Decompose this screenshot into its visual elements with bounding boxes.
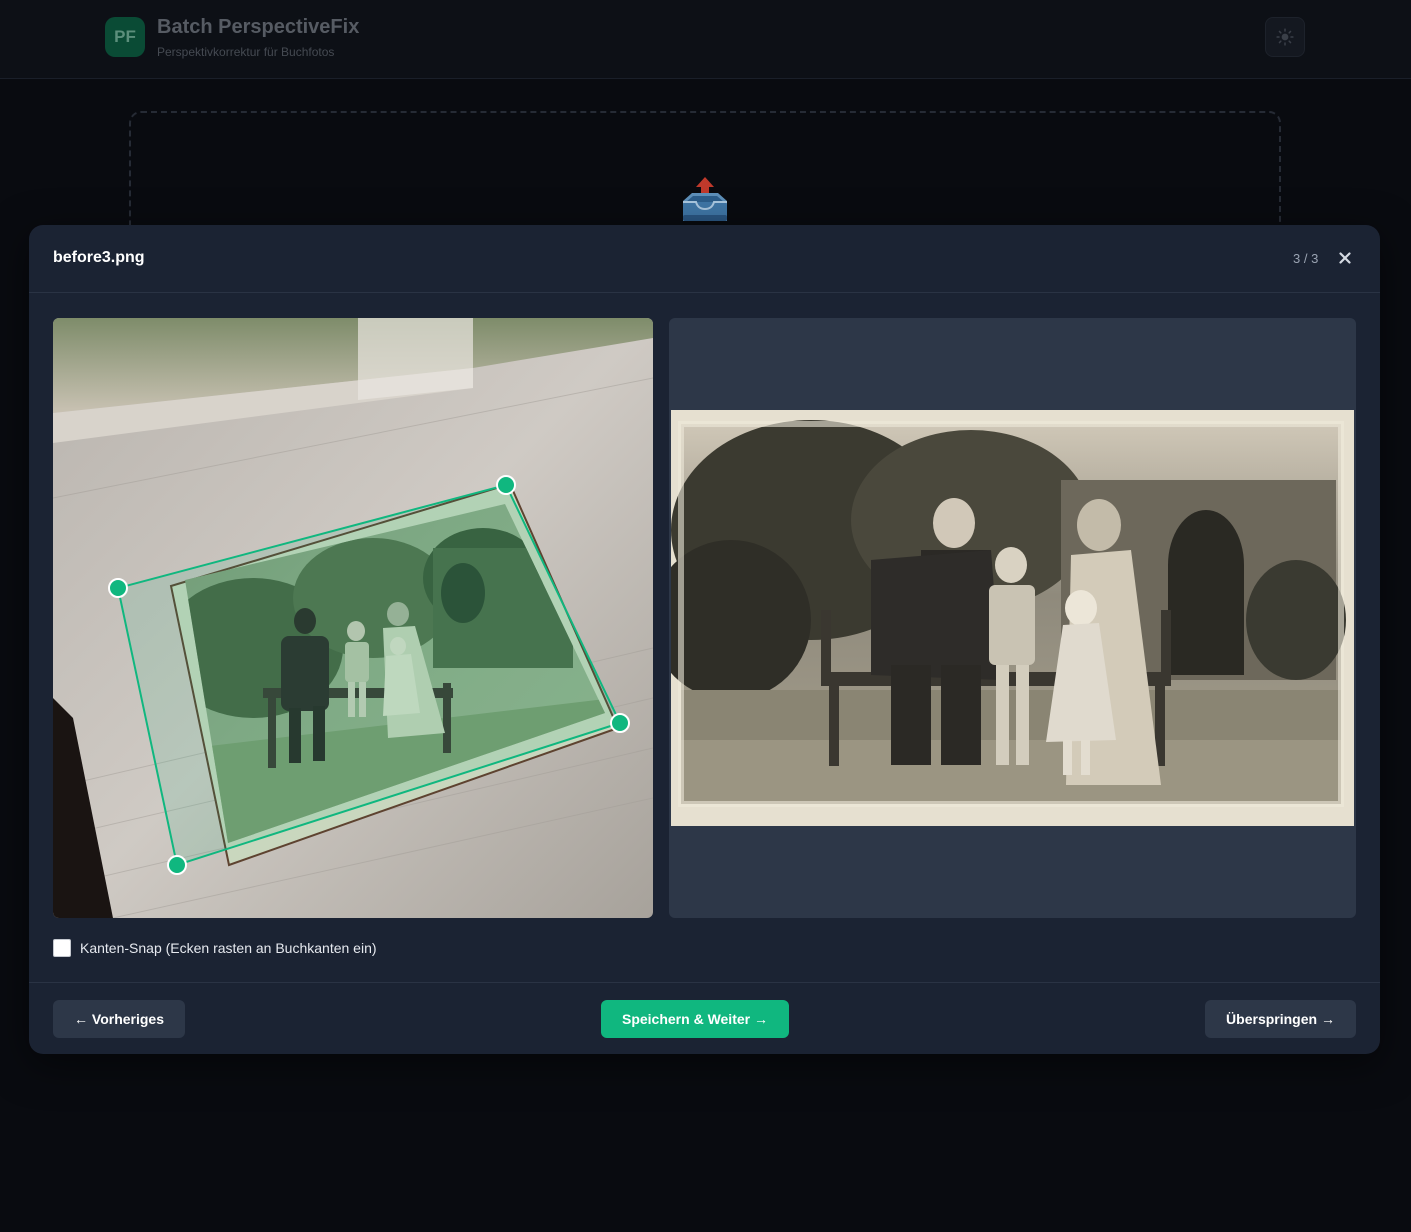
source-image-panel bbox=[53, 318, 653, 918]
perspective-editor-modal: before3.png 3 / 3 Kanten-Snap (Ecken ras… bbox=[29, 225, 1380, 1054]
inbox-upload-icon bbox=[683, 177, 727, 221]
theme-toggle-button[interactable] bbox=[1265, 17, 1305, 57]
edge-snap-checkbox[interactable] bbox=[53, 939, 71, 957]
app-header: PF Batch PerspectiveFix Perspektivkorrek… bbox=[0, 0, 1411, 79]
app-logo: PF bbox=[105, 17, 145, 57]
corner-handle-bottom-right[interactable] bbox=[610, 713, 630, 733]
app-subtitle: Perspektivkorrektur für Buchfotos bbox=[157, 45, 335, 59]
corner-handle-bottom-left[interactable] bbox=[167, 855, 187, 875]
edge-snap-label[interactable]: Kanten-Snap (Ecken rasten an Buchkanten … bbox=[80, 940, 377, 956]
modal-footer: ← Vorheriges Speichern & Weiter → Übersp… bbox=[29, 982, 1380, 1054]
corrected-preview-panel bbox=[669, 318, 1356, 918]
app-title: Batch PerspectiveFix bbox=[157, 16, 360, 38]
corner-handle-top-right[interactable] bbox=[496, 475, 516, 495]
edge-snap-row[interactable]: Kanten-Snap (Ecken rasten an Buchkanten … bbox=[53, 938, 377, 958]
modal-filename: before3.png bbox=[53, 249, 145, 266]
close-icon bbox=[1339, 252, 1351, 264]
save-next-button[interactable]: Speichern & Weiter → bbox=[601, 1000, 789, 1038]
previous-button[interactable]: ← Vorheriges bbox=[53, 1000, 185, 1038]
image-counter: 3 / 3 bbox=[1293, 251, 1319, 266]
modal-header: before3.png 3 / 3 bbox=[29, 225, 1380, 293]
source-photo bbox=[53, 318, 653, 918]
skip-button[interactable]: Überspringen → bbox=[1205, 1000, 1356, 1038]
sun-icon bbox=[1276, 28, 1294, 46]
close-button[interactable] bbox=[1331, 244, 1359, 272]
corner-handle-top-left[interactable] bbox=[108, 578, 128, 598]
corrected-photo bbox=[671, 410, 1354, 826]
